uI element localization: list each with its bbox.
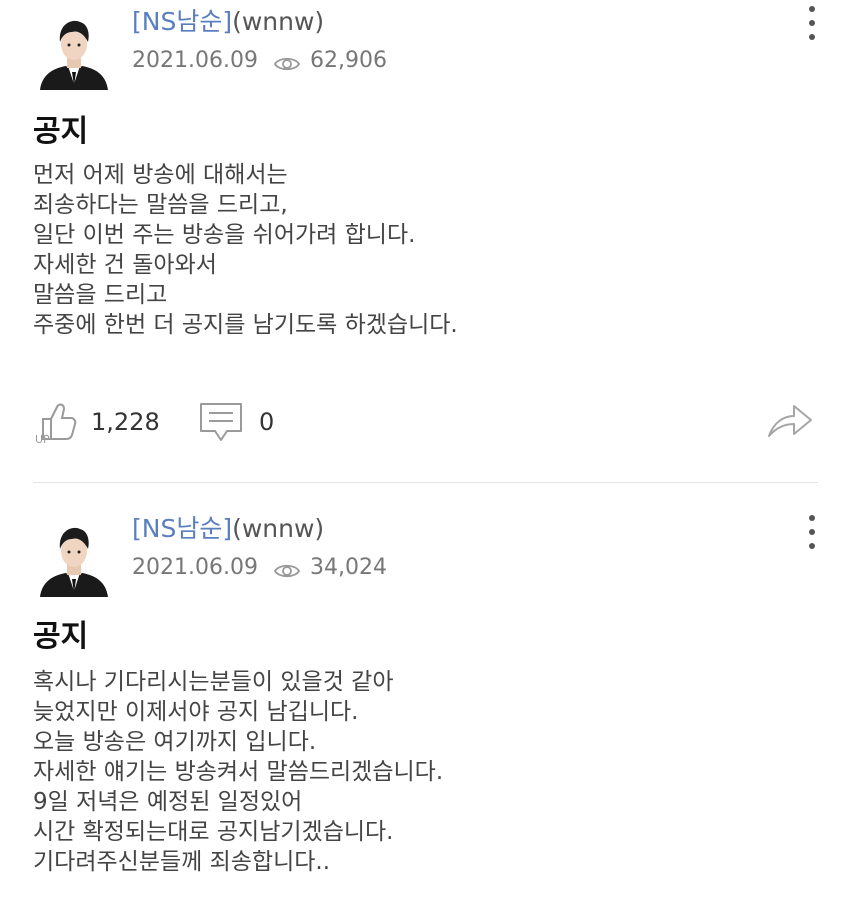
more-vertical-icon	[809, 515, 815, 521]
body-line: 시간 확정되는대로 공지남기겠습니다.	[33, 819, 394, 845]
more-menu-button[interactable]	[800, 515, 824, 549]
author-id[interactable]: (wnnw)	[232, 7, 324, 36]
comment-count: 0	[259, 408, 275, 436]
like-button[interactable]: UP 1,228	[33, 396, 160, 448]
avatar[interactable]	[38, 521, 110, 597]
menu-dot	[809, 529, 815, 535]
avatar-portrait-image	[38, 14, 110, 90]
body-line: 9일 저녁은 예정된 일정있어	[33, 789, 303, 815]
body-line: 죄송하다는 말씀을 드리고,	[33, 192, 288, 218]
body-line: 자세한 건 돌아와서	[33, 252, 217, 278]
more-menu-button[interactable]	[800, 6, 824, 40]
menu-dot	[809, 20, 815, 26]
post-body: 먼저 어제 방송에 대해서는 죄송하다는 말씀을 드리고, 일단 이번 주는 방…	[33, 160, 458, 340]
avatar-portrait-image	[38, 521, 110, 597]
post-title: 공지	[33, 114, 89, 149]
body-line: 말씀을 드리고	[33, 282, 168, 308]
menu-dot	[809, 34, 815, 40]
menu-dot	[809, 543, 815, 549]
author-id[interactable]: (wnnw)	[232, 514, 324, 543]
author-nickname[interactable]: [NS남순]	[132, 514, 232, 543]
view-count: 62,906	[309, 48, 387, 73]
thumbs-up-icon: UP	[35, 403, 77, 445]
share-button[interactable]	[766, 398, 814, 442]
avatar[interactable]	[38, 14, 110, 90]
post-date: 2021.06.09	[132, 555, 258, 580]
body-line: 늦었지만 이제서야 공지 남깁니다.	[33, 699, 359, 725]
share-arrow-icon	[768, 405, 812, 437]
post-body: 혹시나 기다리시는분들이 있을것 같아 늦었지만 이제서야 공지 남깁니다. 오…	[33, 667, 443, 877]
body-line: 오늘 방송은 여기까지 입니다.	[33, 729, 317, 755]
comment-icon	[200, 403, 242, 441]
eye-icon	[273, 52, 301, 71]
post-actions: UP 1,228 0	[33, 396, 818, 448]
author-name[interactable]: [NS남순](wnnw)	[132, 513, 324, 545]
body-line: 먼저 어제 방송에 대해서는	[33, 162, 288, 188]
body-line: 주중에 한번 더 공지를 남기도록 하겠습니다.	[33, 312, 458, 338]
body-line: 자세한 얘기는 방송켜서 말씀드리겠습니다.	[33, 759, 444, 785]
post-meta: 2021.06.09 62,906	[132, 46, 387, 76]
post-meta: 2021.06.09 34,024	[132, 553, 387, 583]
body-line: 기다려주신분들께 죄송합니다..	[33, 849, 331, 875]
post-divider	[33, 482, 818, 483]
post-card: [NS남순](wnnw) 2021.06.09 62,906 공지 먼저 어제 …	[0, 0, 850, 485]
eye-icon	[273, 559, 301, 578]
post-date: 2021.06.09	[132, 48, 258, 73]
more-vertical-icon	[809, 6, 815, 12]
post-title: 공지	[33, 619, 89, 654]
author-name[interactable]: [NS남순](wnnw)	[132, 6, 324, 38]
svg-text:UP: UP	[35, 433, 50, 445]
body-line: 혹시나 기다리시는분들이 있을것 같아	[33, 669, 394, 695]
author-nickname[interactable]: [NS남순]	[132, 7, 232, 36]
like-count: 1,228	[91, 408, 160, 436]
body-line: 일단 이번 주는 방송을 쉬어가려 합니다.	[33, 222, 416, 248]
view-count: 34,024	[309, 555, 387, 580]
post-card: [NS남순](wnnw) 2021.06.09 34,024 공지 혹시나 기다…	[0, 485, 850, 911]
comment-button[interactable]: 0	[197, 396, 274, 448]
